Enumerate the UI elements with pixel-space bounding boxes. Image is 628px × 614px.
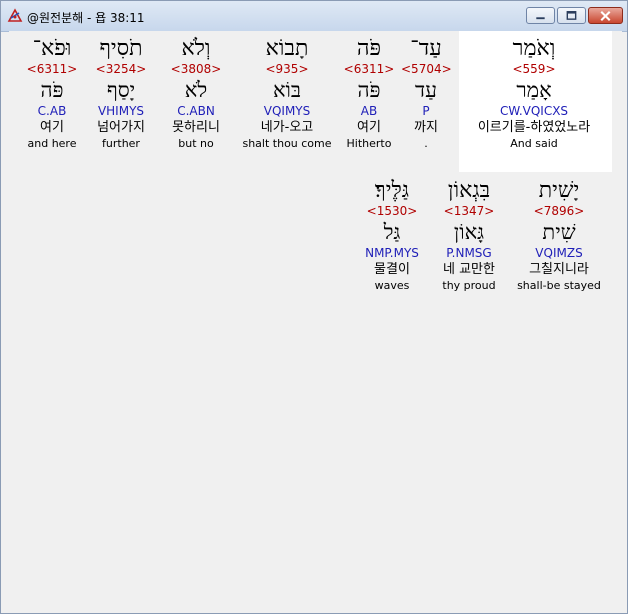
word-block[interactable]: יָשִׁית <7896> שִׁית VQIMZS 그칠지니라 shall-… — [509, 178, 609, 292]
strong-number[interactable]: <1347> — [433, 204, 505, 220]
hebrew-lemma: עַד — [415, 78, 437, 102]
strong-number[interactable]: <3808> — [163, 62, 229, 78]
korean-gloss: 여기 — [357, 120, 381, 135]
hebrew-word: וְלֹא — [181, 36, 211, 61]
morphology-code: P — [422, 104, 430, 118]
strong-number[interactable]: <935> — [237, 62, 337, 78]
english-gloss: and here — [27, 137, 77, 150]
hebrew-lemma: בּוֹא — [272, 78, 302, 102]
hebrew-lemma: לֹא — [184, 78, 208, 102]
korean-gloss: 까지 — [414, 120, 438, 135]
morphology-code: NMP.MYS — [365, 246, 419, 260]
korean-gloss: 네 교만한 — [443, 262, 495, 277]
morphology-code: VHIMYS — [97, 104, 145, 118]
korean-gloss: 네가-오고 — [260, 120, 314, 135]
word-block[interactable]: וְלֹא <3808> לֹא C.ABN 못하리니 but no — [163, 36, 229, 150]
strong-number[interactable]: <559> — [459, 62, 609, 78]
window-title: @원전분해 - 욥 38:11 — [27, 11, 145, 25]
strong-number[interactable]: <5704> — [401, 62, 452, 78]
hebrew-word: וּפֹא־ — [32, 36, 72, 61]
maximize-button[interactable] — [557, 7, 586, 24]
morphology-code: VQIMYS — [263, 104, 311, 118]
english-gloss: shalt thou come — [242, 137, 332, 150]
title-bar[interactable]: @원전분해 - 욥 38:11 — [1, 1, 627, 32]
minimize-icon — [536, 17, 545, 20]
word-block[interactable]: וְאֹמַר <559> אָמַר CW.VQICXS 이르기를-하였었노라… — [459, 36, 609, 150]
minimize-button[interactable] — [526, 7, 555, 24]
korean-gloss: 그칠지니라 — [529, 262, 589, 277]
word-block[interactable]: בִּגְאוֹן <1347> גָּאוֹן P.NMSG 네 교만한 th… — [433, 178, 505, 292]
korean-gloss: 물결이 — [374, 262, 410, 277]
close-button[interactable] — [588, 7, 623, 24]
hebrew-word: גַּלֶּיךָ׃ — [374, 178, 410, 203]
hebrew-lemma: פֹּה — [357, 78, 381, 102]
word-block[interactable]: וּפֹא־ <6311> פֹּה C.AB 여기 and here — [19, 36, 85, 150]
korean-gloss: 이르기를-하였었노라 — [477, 120, 591, 135]
hebrew-word: יָשִׁית — [538, 178, 580, 203]
app-icon — [7, 8, 23, 22]
english-gloss: waves — [374, 279, 410, 292]
hebrew-lemma: יָסַף — [106, 78, 136, 102]
strong-number[interactable]: <7896> — [509, 204, 609, 220]
hebrew-lemma: גַּל — [383, 220, 401, 244]
hebrew-word: וְאֹמַר — [512, 36, 556, 61]
strong-number[interactable]: <6311> — [342, 62, 396, 78]
word-block[interactable]: תֹסִיף <3254> יָסַף VHIMYS 넘어가지 further — [87, 36, 155, 150]
hebrew-word: פֹּה — [356, 36, 382, 61]
english-gloss: . — [424, 137, 428, 150]
morphology-code: P.NMSG — [446, 246, 492, 260]
english-gloss: shall-be stayed — [517, 279, 601, 292]
strong-number[interactable]: <1530> — [359, 204, 425, 220]
english-gloss: further — [102, 137, 140, 150]
strong-number[interactable]: <6311> — [19, 62, 85, 78]
morphology-code: C.ABN — [177, 104, 215, 118]
hebrew-lemma: אָמַר — [516, 78, 552, 102]
morphology-code: C.AB — [37, 104, 67, 118]
hebrew-lemma: פֹּה — [40, 78, 64, 102]
hebrew-lemma: שִׁית — [542, 220, 576, 244]
english-gloss: And said — [510, 137, 558, 150]
morphology-code: AB — [360, 104, 378, 118]
korean-gloss: 못하리니 — [172, 120, 220, 135]
korean-gloss: 여기 — [40, 120, 64, 135]
app-window: @원전분해 - 욥 38:11 וְאֹמַר <559> אָמַר CW.V… — [0, 0, 628, 614]
hebrew-word: בִּגְאוֹן — [447, 178, 491, 203]
maximize-icon — [566, 11, 577, 20]
hebrew-word: תָבוֹא — [265, 36, 309, 61]
close-icon — [600, 11, 611, 21]
word-block[interactable]: פֹּה <6311> פֹּה AB 여기 Hitherto — [342, 36, 396, 150]
morphology-code: CW.VQICXS — [499, 104, 569, 118]
word-block[interactable]: גַּלֶּיךָ׃ <1530> גַּל NMP.MYS 물결이 waves — [359, 178, 425, 292]
hebrew-word: עַד־ — [410, 36, 442, 61]
english-gloss: Hitherto — [346, 137, 392, 150]
word-block[interactable]: עַד־ <5704> עַד P 까지 . — [401, 36, 452, 150]
word-block[interactable]: תָבוֹא <935> בּוֹא VQIMYS 네가-오고 shalt th… — [237, 36, 337, 150]
strong-number[interactable]: <3254> — [87, 62, 155, 78]
analysis-panel: וְאֹמַר <559> אָמַר CW.VQICXS 이르기를-하였었노라… — [9, 31, 622, 609]
english-gloss: but no — [178, 137, 214, 150]
english-gloss: thy proud — [442, 279, 496, 292]
morphology-code: VQIMZS — [535, 246, 583, 260]
korean-gloss: 넘어가지 — [97, 120, 145, 135]
hebrew-lemma: גָּאוֹן — [453, 220, 485, 244]
hebrew-word: תֹסִיף — [99, 36, 143, 61]
